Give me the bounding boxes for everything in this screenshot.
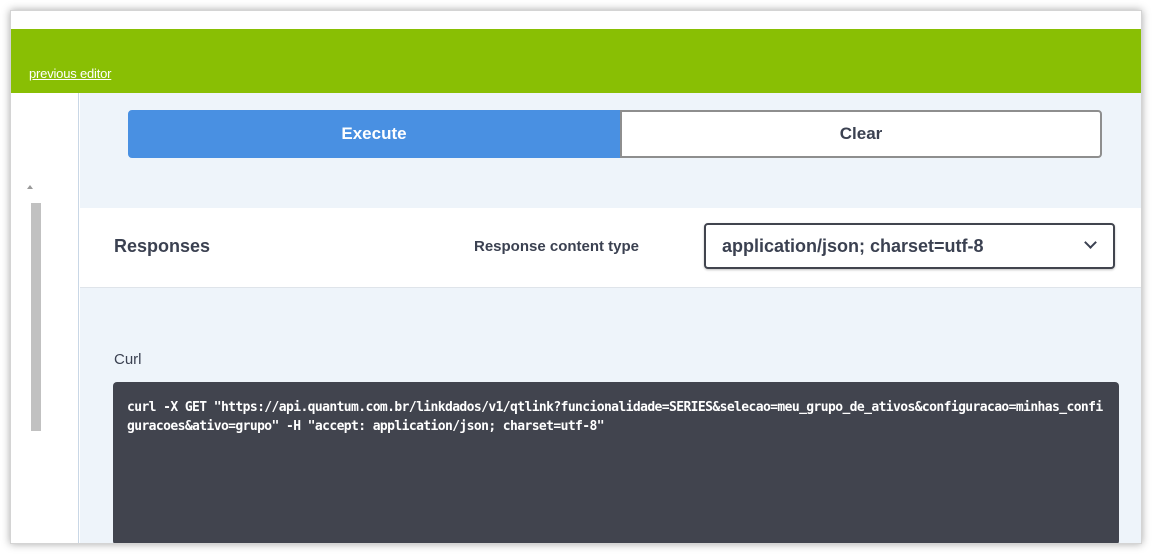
curl-label: Curl [114,351,142,368]
responses-title: Responses [114,236,211,256]
execute-button[interactable]: Execute [128,110,620,158]
execute-button-group: Execute Clear [128,110,1102,158]
response-content-type-value: application/json; charset=utf-8 [722,235,984,256]
previous-editor-link[interactable]: previous editor [29,66,111,81]
left-panel [11,93,79,543]
clear-button[interactable]: Clear [620,110,1102,158]
curl-command: curl -X GET "https://api.quantum.com.br/… [127,400,1103,434]
chevron-down-icon [1084,236,1097,249]
curl-code-block[interactable]: curl -X GET "https://api.quantum.com.br/… [113,382,1119,543]
screenshot-frame: previous editor Execute Clear Responses … [10,10,1142,544]
responses-header: Responses Response content type applicat… [80,208,1141,288]
scroll-up-arrow-icon[interactable] [27,185,33,189]
response-content-type-select[interactable]: application/json; charset=utf-8 [704,223,1115,269]
scrollbar-thumb[interactable] [31,203,41,431]
top-banner: previous editor [11,29,1141,93]
response-content-type-label: Response content type [474,238,640,255]
operation-panel: Execute Clear Responses Response content… [80,93,1141,543]
